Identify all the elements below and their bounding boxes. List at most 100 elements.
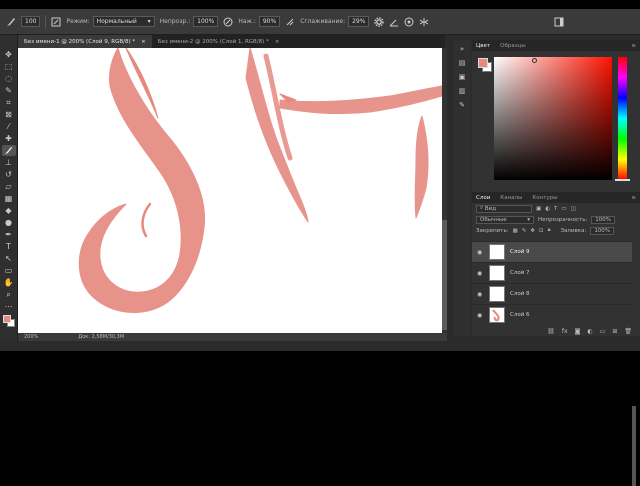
airbrush-icon[interactable]: [285, 17, 295, 27]
eye-icon[interactable]: ◉: [477, 291, 484, 298]
foreground-swatch[interactable]: [478, 58, 488, 68]
healing-tool-icon[interactable]: ✚: [2, 133, 16, 144]
hue-slider[interactable]: [618, 57, 627, 180]
tab-color[interactable]: Цвет: [476, 43, 490, 49]
properties-panel-icon[interactable]: ▥: [455, 86, 469, 97]
fx-icon[interactable]: fx: [562, 328, 568, 335]
dodge-tool-icon[interactable]: ●: [2, 217, 16, 228]
close-icon[interactable]: ×: [141, 39, 146, 45]
layer-row[interactable]: ◉ Слой 9: [472, 241, 632, 262]
layers-scrollbar[interactable]: [632, 406, 636, 486]
lock-image-icon[interactable]: ✎: [522, 228, 527, 234]
layer-row[interactable]: ◉ Слой 7: [472, 262, 632, 283]
workspace-icon[interactable]: [554, 17, 564, 27]
lock-artboard-icon[interactable]: ⊡: [539, 228, 544, 234]
eyedropper-tool-icon[interactable]: ⁄: [2, 121, 16, 132]
angle-icon[interactable]: [389, 17, 399, 27]
layer-row[interactable]: ◉ Слой 8: [472, 283, 632, 304]
trash-icon[interactable]: 🗑︎: [624, 328, 632, 335]
lock-all-icon[interactable]: 🔒︎: [548, 227, 551, 234]
pressure-opacity-icon[interactable]: [223, 17, 233, 27]
layer-name[interactable]: Слой 9: [510, 249, 530, 255]
blur-tool-icon[interactable]: ◆: [2, 205, 16, 216]
brush-tool-icon[interactable]: [1, 145, 16, 156]
link-layers-icon[interactable]: ⛓: [547, 328, 555, 335]
layer-opacity-field[interactable]: 100%: [591, 215, 616, 224]
eye-icon[interactable]: ◉: [477, 270, 484, 277]
scrollbar-thumb[interactable]: [442, 220, 447, 330]
adjustments-panel-icon[interactable]: ▣: [455, 72, 469, 83]
path-select-tool-icon[interactable]: ↖: [2, 253, 16, 264]
hue-slider-handle[interactable]: [615, 179, 630, 181]
symmetry-icon[interactable]: [419, 17, 429, 27]
document-canvas[interactable]: [18, 48, 443, 336]
adjustment-layer-icon[interactable]: ◐: [587, 328, 592, 335]
mode-select[interactable]: Нормальный ▾: [92, 16, 155, 27]
history-panel-icon[interactable]: ▤: [455, 58, 469, 69]
frame-tool-icon[interactable]: ⊠: [2, 109, 16, 120]
vertical-scrollbar[interactable]: [442, 48, 447, 336]
color-picker-cursor[interactable]: [532, 58, 537, 63]
fill-label: Заливка:: [560, 227, 587, 234]
gradient-tool-icon[interactable]: ▦: [2, 193, 16, 204]
eraser-tool-icon[interactable]: ▱: [2, 181, 16, 192]
pen-tool-icon[interactable]: ✒: [2, 229, 16, 240]
layer-row[interactable]: ◉ Слой 6: [472, 304, 632, 325]
tab-swatches[interactable]: Образцы: [500, 43, 526, 49]
smoothing-field[interactable]: 29%: [348, 16, 370, 27]
flow-field[interactable]: 90%: [258, 16, 281, 27]
tab-document-2[interactable]: Без имени-2 @ 200% (Слой 1, RGB/8) * ×: [152, 35, 286, 48]
tab-layers[interactable]: Слои: [476, 195, 490, 201]
eye-icon[interactable]: ◉: [477, 312, 484, 319]
mask-icon[interactable]: ◙: [575, 328, 581, 335]
layer-name[interactable]: Слой 7: [510, 270, 530, 276]
brushes-panel-icon[interactable]: ✎: [455, 100, 469, 111]
move-tool-icon[interactable]: ✥: [2, 49, 16, 60]
layer-name[interactable]: Слой 8: [510, 291, 530, 297]
foreground-color-swatch[interactable]: [2, 315, 11, 323]
kind-filter[interactable]: ⌕ Вид: [476, 204, 532, 213]
blend-mode-select[interactable]: Обычные ▾: [476, 215, 534, 224]
gear-icon[interactable]: [374, 16, 385, 27]
crop-tool-icon[interactable]: ⌗: [2, 97, 16, 108]
more-tools-icon[interactable]: ⋯: [2, 301, 16, 312]
tab-channels[interactable]: Каналы: [500, 195, 522, 201]
stamp-tool-icon[interactable]: ⊥: [2, 157, 16, 168]
layer-name[interactable]: Слой 6: [510, 312, 530, 318]
zoom-tool-icon[interactable]: ⌕: [2, 289, 16, 300]
filter-type-icon[interactable]: T: [554, 206, 557, 212]
opacity-field[interactable]: 100%: [193, 16, 219, 27]
type-tool-icon[interactable]: T: [2, 241, 16, 252]
new-layer-icon[interactable]: ⊞: [612, 328, 617, 335]
filter-pixel-icon[interactable]: ▣: [536, 206, 541, 212]
tab-paths[interactable]: Контуры: [532, 195, 557, 201]
canvas-area[interactable]: [18, 48, 445, 336]
filter-adjust-icon[interactable]: ◐: [545, 206, 550, 212]
brush-size[interactable]: 100: [21, 16, 41, 27]
panel-menu-icon[interactable]: ≡: [631, 195, 640, 201]
collapse-arrows-icon[interactable]: »: [455, 44, 469, 55]
tab-document-1[interactable]: Без имени-1 @ 200% (Слой 9, RGB/8) * ×: [18, 35, 152, 48]
shape-tool-icon[interactable]: ▭: [2, 265, 16, 276]
hand-tool-icon[interactable]: ✋: [2, 277, 16, 288]
filter-smart-icon[interactable]: ◫: [571, 206, 576, 212]
fill-field[interactable]: 100%: [590, 226, 615, 235]
zoom-level[interactable]: 200%: [24, 334, 38, 340]
history-brush-tool-icon[interactable]: ↺: [2, 169, 16, 180]
lock-position-icon[interactable]: ✥: [530, 228, 535, 234]
pressure-size-icon[interactable]: [404, 17, 414, 27]
close-icon[interactable]: ×: [275, 39, 280, 45]
color-picker-field[interactable]: [494, 57, 612, 180]
filter-shape-icon[interactable]: ▭: [561, 206, 566, 212]
brush-panel-icon[interactable]: [51, 17, 61, 27]
tab-label: Без имени-1 @ 200% (Слой 9, RGB/8) *: [24, 38, 136, 45]
brush-icon[interactable]: [6, 17, 16, 27]
marquee-tool-icon[interactable]: ⬚: [2, 61, 16, 72]
lock-transparent-icon[interactable]: ▦: [513, 228, 518, 234]
quick-select-tool-icon[interactable]: ✎: [2, 85, 16, 96]
group-icon[interactable]: ▭: [600, 328, 606, 335]
panel-menu-icon[interactable]: ≡: [631, 43, 640, 49]
eye-icon[interactable]: ◉: [477, 249, 484, 256]
color-swatches[interactable]: [0, 315, 18, 329]
lasso-tool-icon[interactable]: ◌: [2, 73, 16, 84]
